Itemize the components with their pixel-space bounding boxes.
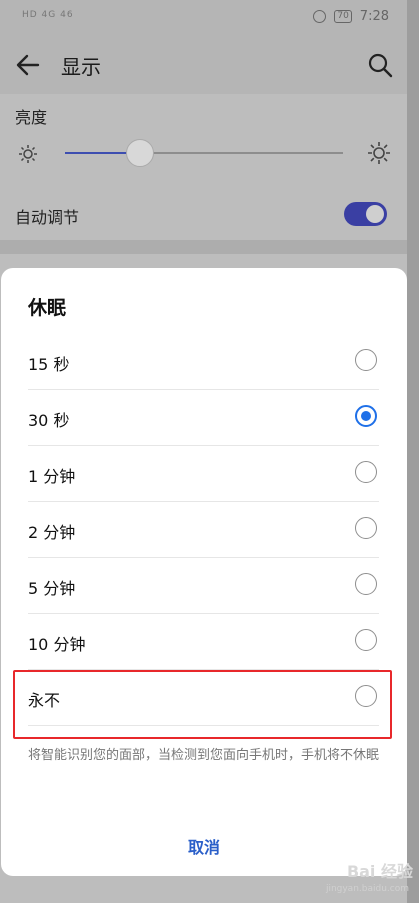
- status-right: 70 7:28: [313, 9, 389, 24]
- option-10-minutes[interactable]: 10 分钟: [28, 614, 379, 670]
- radio-button[interactable]: [355, 573, 377, 595]
- option-label: 2 分钟: [28, 523, 76, 542]
- status-bar: HD 4G 46 70 7:28: [0, 0, 419, 36]
- back-arrow-icon[interactable]: [14, 51, 42, 79]
- battery-indicator: 70: [334, 10, 352, 23]
- option-label: 15 秒: [28, 355, 70, 374]
- brightness-label: 亮度: [15, 108, 48, 127]
- option-15-seconds[interactable]: 15 秒: [28, 334, 379, 390]
- option-label: 1 分钟: [28, 467, 76, 486]
- option-label: 30 秒: [28, 411, 70, 430]
- cancel-button[interactable]: 取消: [1, 834, 407, 858]
- smart-detection-note: 将智能识别您的面部，当检测到您面向手机时，手机将不休眠: [28, 748, 380, 763]
- brightness-low-icon: [19, 145, 37, 163]
- watermark-logo: Bai 经验: [346, 862, 413, 881]
- radio-button[interactable]: [355, 405, 377, 427]
- page-title: 显示: [61, 55, 101, 79]
- search-icon[interactable]: [367, 52, 393, 78]
- option-label: 10 分钟: [28, 635, 86, 654]
- brightness-slider-thumb[interactable]: [126, 139, 155, 167]
- auto-adjust-toggle[interactable]: [344, 202, 387, 226]
- brightness-slider[interactable]: [65, 139, 343, 167]
- sleep-dialog: 休眠 15 秒 30 秒 1 分钟 2 分钟 5 分钟 10 分钟 永不 将智能…: [1, 268, 407, 876]
- dialog-title: 休眠: [28, 297, 67, 319]
- radio-button[interactable]: [355, 349, 377, 371]
- screen-edge: [407, 0, 419, 903]
- app-bar: 显示: [0, 36, 419, 94]
- option-1-minute[interactable]: 1 分钟: [28, 446, 379, 502]
- option-30-seconds[interactable]: 30 秒: [28, 390, 379, 446]
- option-label: 5 分钟: [28, 579, 76, 598]
- highlight-box: [13, 670, 392, 739]
- option-5-minutes[interactable]: 5 分钟: [28, 558, 379, 614]
- watermark-url: jingyan.baidu.com: [325, 884, 409, 894]
- radio-button[interactable]: [355, 517, 377, 539]
- option-2-minutes[interactable]: 2 分钟: [28, 502, 379, 558]
- auto-adjust-label: 自动调节: [15, 208, 80, 227]
- radio-button[interactable]: [355, 461, 377, 483]
- alarm-icon: [313, 10, 327, 23]
- section-divider: [0, 240, 419, 254]
- brightness-high-icon: [368, 142, 390, 164]
- clock: 7:28: [359, 9, 389, 24]
- radio-button[interactable]: [355, 629, 377, 651]
- toggle-knob: [366, 205, 384, 223]
- signal-indicators: HD 4G 46: [22, 10, 74, 20]
